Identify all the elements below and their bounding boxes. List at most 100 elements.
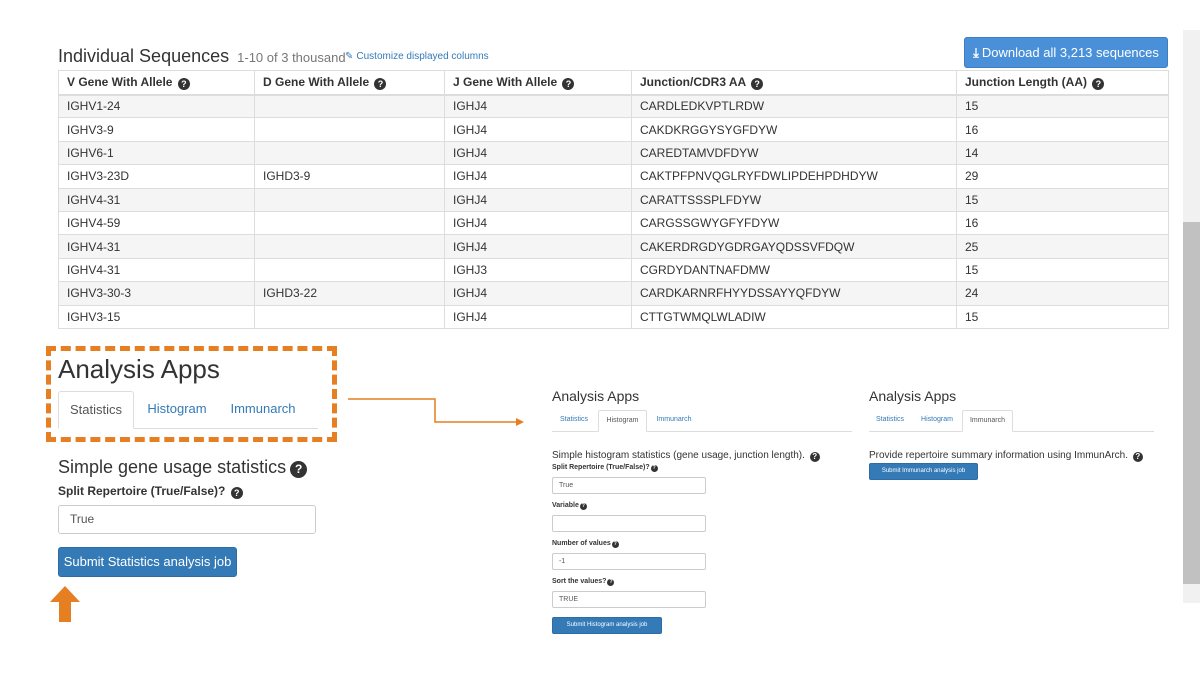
tab-histogram[interactable]: Histogram	[915, 410, 959, 432]
sequences-title: Individual Sequences 1-10 of 3 thousand	[58, 46, 346, 67]
question-circle-icon[interactable]: ?	[650, 465, 658, 472]
question-circle-icon[interactable]: ?	[230, 487, 243, 499]
submit-statistics-button[interactable]: Submit Statistics analysis job	[58, 547, 237, 577]
cell-v-gene: IGHV3-30-3	[58, 281, 255, 306]
table-header-row: V Gene With Allele ? D Gene With Allele …	[58, 70, 1169, 96]
question-circle-icon[interactable]: ?	[809, 452, 820, 462]
question-circle-icon[interactable]: ?	[1092, 77, 1105, 90]
cell-junction: CARGSSGWYGFYFDYW	[631, 210, 957, 236]
submit-histogram-button[interactable]: Submit Histogram analysis job	[552, 617, 662, 634]
question-circle-icon[interactable]: ?	[611, 541, 619, 548]
number-of-values-label: Number of values?	[552, 540, 619, 548]
cell-v-gene: IGHV3-9	[58, 117, 255, 142]
histogram-panel-tabs: Statistics Histogram Immunarch	[552, 410, 852, 432]
split-repertoire-label-text: Split Repertoire (True/False)?	[58, 484, 226, 498]
question-circle-icon[interactable]: ?	[177, 77, 190, 90]
question-circle-icon[interactable]: ?	[579, 503, 587, 510]
cell-v-gene: IGHV4-31	[58, 257, 255, 283]
analysis-tabs: Statistics Histogram Immunarch	[58, 391, 318, 429]
up-arrow-icon	[50, 586, 80, 622]
column-header-j-gene[interactable]: J Gene With Allele ?	[444, 70, 632, 96]
cell-j-gene: IGHJ4	[444, 210, 632, 236]
analysis-apps-title: Analysis Apps	[58, 354, 220, 384]
cell-d-gene	[254, 93, 445, 119]
split-repertoire-label: Split Repertoire (True/False)? ?	[58, 484, 243, 499]
sequences-table: V Gene With Allele ? D Gene With Allele …	[58, 70, 1169, 329]
column-header-d-gene[interactable]: D Gene With Allele ?	[254, 70, 445, 96]
sort-values-input[interactable]: TRUE	[552, 591, 706, 608]
number-of-values-input[interactable]: -1	[552, 553, 706, 570]
table-row: IGHV3-9 IGHJ4 CAKDKRGGYSYGFDYW 16	[58, 117, 1169, 142]
question-circle-icon[interactable]: ?	[290, 461, 308, 478]
tab-immunarch[interactable]: Immunarch	[651, 410, 697, 432]
split-repertoire-input[interactable]: True	[58, 505, 316, 534]
cell-d-gene: IGHD3-22	[254, 281, 445, 306]
sort-values-label-text: Sort the values?	[552, 578, 607, 585]
cell-v-gene: IGHV3-15	[58, 304, 255, 329]
tab-statistics[interactable]: Statistics	[869, 410, 911, 432]
table-row: IGHV4-31 IGHJ4 CAKERDRGDYGDRGAYQDSSVFDQW 25	[58, 234, 1169, 259]
cell-v-gene: IGHV3-23D	[58, 164, 255, 189]
tab-statistics[interactable]: Statistics	[58, 391, 134, 429]
table-row: IGHV4-31 IGHJ3 CGRDYDANTNAFDMW 15	[58, 257, 1169, 283]
question-circle-icon[interactable]: ?	[751, 77, 764, 90]
sequences-header: Individual Sequences 1-10 of 3 thousand …	[58, 37, 1168, 72]
cell-junction-length: 15	[956, 257, 1169, 283]
cell-junction-length: 29	[956, 164, 1169, 189]
cell-junction-length: 16	[956, 117, 1169, 142]
variable-input[interactable]	[552, 515, 706, 532]
table-row: IGHV1-24 IGHJ4 CARDLEDKVPTLRDW 15	[58, 93, 1169, 119]
column-header-junction[interactable]: Junction/CDR3 AA ?	[631, 70, 957, 96]
cell-junction: CAKDKRGGYSYGFDYW	[631, 117, 957, 142]
tab-immunarch[interactable]: Immunarch	[962, 410, 1013, 432]
column-header-v-gene[interactable]: V Gene With Allele ?	[58, 70, 255, 96]
cell-j-gene: IGHJ4	[444, 304, 632, 329]
cell-d-gene	[254, 304, 445, 329]
question-circle-icon[interactable]: ?	[607, 579, 615, 586]
histogram-split-label: Split Repertoire (True/False)??	[552, 464, 658, 472]
question-circle-icon[interactable]: ?	[1132, 452, 1143, 462]
tab-immunarch[interactable]: Immunarch	[224, 391, 302, 429]
sequences-title-text: Individual Sequences	[58, 46, 230, 66]
cell-v-gene: IGHV6-1	[58, 140, 255, 166]
scrollbar-thumb[interactable]	[1183, 222, 1200, 584]
cell-j-gene: IGHJ4	[444, 187, 632, 212]
histogram-split-input[interactable]: True	[552, 477, 706, 494]
immunarch-panel-tabs: Statistics Histogram Immunarch	[869, 410, 1154, 432]
submit-immunarch-button[interactable]: Submit Immunarch analysis job	[869, 463, 978, 480]
edit-icon: ✎	[345, 51, 354, 62]
tab-histogram[interactable]: Histogram	[138, 391, 216, 429]
customize-columns-link[interactable]: ✎ Customize displayed columns	[345, 51, 489, 62]
histogram-heading-text: Simple histogram statistics (gene usage,…	[552, 450, 805, 461]
download-all-label: Download all 3,213 sequences	[981, 45, 1159, 60]
statistics-heading: Simple gene usage statistics?	[58, 457, 308, 478]
cell-junction: CAKTPFPNVQGLRYFDWLIPDEHPDHDYW	[631, 164, 957, 189]
cell-junction-length: 15	[956, 93, 1169, 119]
column-header-junction-length[interactable]: Junction Length (AA) ?	[956, 70, 1169, 96]
cell-junction: CGRDYDANTNAFDMW	[631, 257, 957, 283]
tab-histogram[interactable]: Histogram	[598, 410, 647, 432]
tab-statistics[interactable]: Statistics	[552, 410, 596, 432]
cell-j-gene: IGHJ4	[444, 93, 632, 119]
customize-columns-label: Customize displayed columns	[356, 51, 489, 62]
question-circle-icon[interactable]: ?	[562, 77, 575, 90]
cell-junction-length: 14	[956, 140, 1169, 166]
cell-d-gene	[254, 234, 445, 259]
cell-junction: CARDKARNRFHYYDSSAYYQFDYW	[631, 281, 957, 306]
cell-junction-length: 16	[956, 210, 1169, 236]
cell-junction: CAREDTAMVDFDYW	[631, 140, 957, 166]
cell-j-gene: IGHJ4	[444, 117, 632, 142]
cell-junction: CAKERDRGDYGDRGAYQDSSVFDQW	[631, 234, 957, 259]
cell-j-gene: IGHJ4	[444, 234, 632, 259]
question-circle-icon[interactable]: ?	[374, 77, 387, 90]
histogram-heading: Simple histogram statistics (gene usage,…	[552, 450, 820, 462]
cell-d-gene	[254, 257, 445, 283]
variable-label: Variable?	[552, 502, 587, 510]
cell-d-gene	[254, 210, 445, 236]
table-row: IGHV3-30-3 IGHD3-22 IGHJ4 CARDKARNRFHYYDSSA…	[58, 281, 1169, 306]
table-row: IGHV3-23D IGHD3-9 IGHJ4 CAKTPFPNVQGLRYFDWLI…	[58, 164, 1169, 189]
cell-junction-length: 24	[956, 281, 1169, 306]
download-all-button[interactable]: ⤓ Download all 3,213 sequences	[964, 37, 1168, 68]
cell-junction: CARATTSSSPLFDYW	[631, 187, 957, 212]
cell-d-gene	[254, 187, 445, 212]
